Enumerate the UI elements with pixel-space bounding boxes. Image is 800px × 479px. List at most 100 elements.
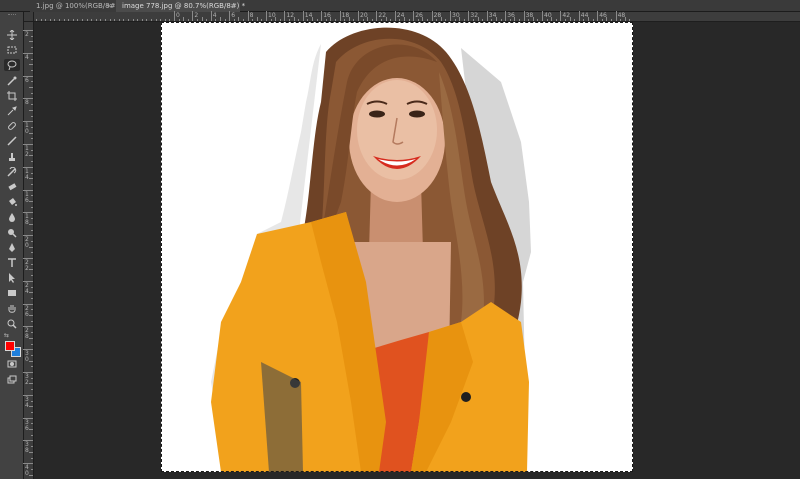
ruler-subtick xyxy=(95,19,97,21)
ruler-subtick xyxy=(29,201,33,202)
ruler-subtick xyxy=(330,17,332,21)
ruler-tick xyxy=(23,463,33,465)
eraser-icon[interactable] xyxy=(4,181,20,193)
ruler-tick xyxy=(23,52,33,54)
ruler-subtick xyxy=(31,47,33,49)
ruler-subtick xyxy=(316,19,318,21)
dodge-icon[interactable] xyxy=(4,227,20,239)
ruler-subtick xyxy=(528,19,530,21)
ruler-subtick xyxy=(31,286,33,288)
swap-colors-icon[interactable]: ⇆ xyxy=(4,333,12,339)
paint-bucket-icon[interactable] xyxy=(4,196,20,208)
healing-brush-icon[interactable] xyxy=(4,120,20,132)
ruler-subtick xyxy=(29,246,33,248)
ruler-subtick xyxy=(29,223,33,225)
ruler-subtick xyxy=(29,64,33,66)
ruler-subtick xyxy=(40,19,42,21)
horizontal-ruler[interactable]: 0 2 4 6 8 10 12 14 16 18 20 22 24 26 28 30 32 34 36 38 40 42 4… xyxy=(24,11,800,22)
ruler-label: 8 xyxy=(249,12,254,19)
clone-stamp-icon[interactable] xyxy=(4,151,20,163)
lasso-icon[interactable] xyxy=(4,59,20,72)
ruler-subtick xyxy=(29,155,33,157)
ruler-subtick xyxy=(137,19,139,21)
eyedropper-icon[interactable] xyxy=(4,105,20,117)
ruler-subtick xyxy=(201,17,203,21)
crop-icon[interactable] xyxy=(4,90,20,102)
vertical-ruler[interactable]: 24681 01 21 41 61 82 02 22 42 62 83 03 2… xyxy=(23,22,34,479)
ruler-subtick xyxy=(31,138,33,140)
document-tab-1[interactable]: 1.jpg @ 100%(RGB/8#) × xyxy=(30,0,118,12)
ruler-subtick xyxy=(29,474,33,476)
ruler-subtick xyxy=(307,19,309,21)
ruler-subtick xyxy=(151,19,152,21)
ruler-subtick xyxy=(31,218,33,220)
ruler-tick xyxy=(247,11,249,21)
ruler-subtick xyxy=(31,206,33,208)
move-icon[interactable] xyxy=(4,29,20,41)
close-tab-icon[interactable]: × xyxy=(106,0,112,12)
quick-select-icon[interactable] xyxy=(4,75,20,87)
ruler-subtick xyxy=(31,149,33,151)
ruler-subtick xyxy=(155,19,157,21)
type-icon[interactable] xyxy=(4,257,20,269)
ruler-subtick xyxy=(233,19,235,21)
ruler-subtick xyxy=(31,457,33,459)
foreground-color-swatch[interactable] xyxy=(5,341,15,351)
ruler-subtick xyxy=(128,19,129,21)
ruler-subtick xyxy=(565,19,566,21)
pen-icon[interactable] xyxy=(4,242,20,254)
ruler-tick xyxy=(431,11,433,21)
ruler-subtick xyxy=(404,17,405,21)
ruler-subtick xyxy=(629,19,631,21)
quick-mask-icon[interactable] xyxy=(4,358,20,370)
ruler-subtick xyxy=(417,19,419,21)
ruler-subtick xyxy=(509,19,511,21)
ruler-subtick xyxy=(141,19,143,21)
zoom-icon[interactable] xyxy=(4,318,20,330)
hand-icon[interactable] xyxy=(4,303,20,315)
ruler-subtick xyxy=(436,19,438,21)
ruler-subtick xyxy=(312,17,313,21)
rectangle-icon[interactable] xyxy=(4,287,20,299)
ruler-subtick xyxy=(519,19,520,21)
close-tab-icon[interactable]: × xyxy=(230,0,236,12)
ruler-subtick xyxy=(31,240,33,242)
ruler-subtick xyxy=(109,19,111,21)
ruler-subtick xyxy=(325,19,327,21)
document-tab-2-active[interactable]: image 778.jpg @ 80.7%(RGB/8#) * × xyxy=(116,0,245,12)
ruler-subtick xyxy=(68,19,70,21)
ruler-subtick xyxy=(114,19,116,21)
screen-mode-icon[interactable] xyxy=(4,374,20,386)
ruler-subtick xyxy=(31,468,33,470)
ruler-subtick xyxy=(197,19,198,21)
ruler-subtick xyxy=(270,19,272,21)
ruler-tick xyxy=(468,11,470,21)
document-tab-bar: 1.jpg @ 100%(RGB/8#) × image 778.jpg @ 8… xyxy=(0,0,800,12)
history-brush-icon[interactable] xyxy=(4,166,20,178)
ruler-subtick xyxy=(551,17,553,21)
ruler-subtick xyxy=(31,126,33,128)
ruler-tick xyxy=(523,11,525,21)
ruler-subtick xyxy=(422,17,424,21)
ruler-subtick xyxy=(187,19,189,21)
ruler-subtick xyxy=(31,366,33,368)
ruler-subtick xyxy=(463,19,465,21)
ruler-subtick xyxy=(29,292,33,294)
marquee-icon[interactable] xyxy=(4,44,20,56)
ruler-tick xyxy=(23,121,33,123)
path-select-icon[interactable] xyxy=(4,272,20,284)
ruler-tick xyxy=(23,212,33,214)
ruler-subtick xyxy=(29,451,33,453)
ruler-subtick xyxy=(592,19,594,21)
document-canvas[interactable] xyxy=(161,22,633,472)
ruler-origin[interactable] xyxy=(24,12,34,22)
ruler-subtick xyxy=(31,400,33,402)
blur-icon[interactable] xyxy=(4,211,20,223)
ruler-subtick xyxy=(164,19,166,21)
ruler-subtick xyxy=(31,446,33,448)
ruler-subtick xyxy=(160,19,162,21)
ruler-tick xyxy=(23,394,33,396)
brush-icon[interactable] xyxy=(4,135,20,147)
ruler-tick xyxy=(542,11,543,21)
panel-grip[interactable] xyxy=(8,14,16,16)
